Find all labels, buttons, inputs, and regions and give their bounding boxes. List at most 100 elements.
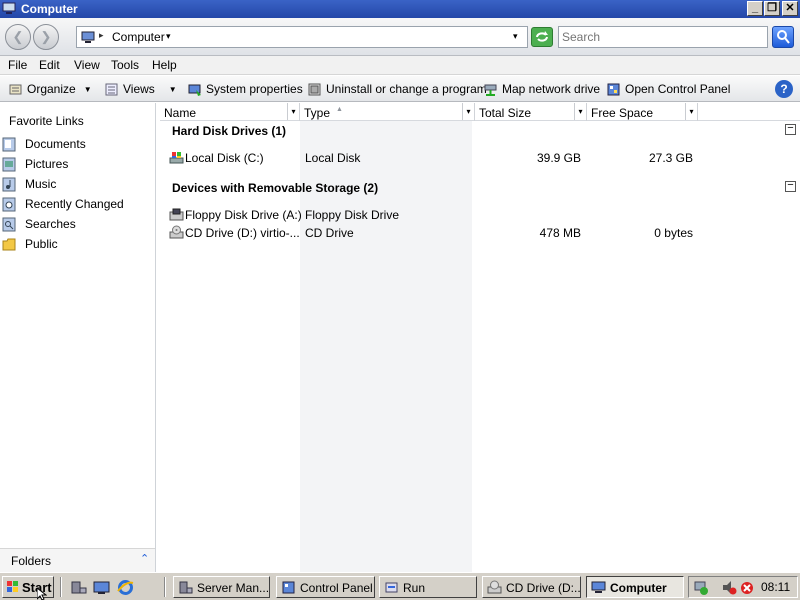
taskbar-button-cd-drive[interactable]: CD Drive (D:... (482, 576, 581, 598)
server-manager-icon (179, 581, 193, 594)
back-button[interactable]: ❮ (5, 24, 31, 50)
uninstall-program-button[interactable]: Uninstall or change a program (307, 76, 487, 102)
column-header-row: Name ▾ Type ▲ ▾ Total Size ▾ Free Space … (160, 103, 800, 121)
search-button[interactable] (772, 26, 794, 48)
column-filter-dropdown-icon[interactable]: ▾ (574, 103, 586, 120)
item-type: CD Drive (305, 226, 354, 240)
column-filter-dropdown-icon[interactable]: ▾ (462, 103, 474, 120)
column-header-free-space-label: Free Space (591, 106, 654, 120)
mouse-cursor-icon (37, 588, 47, 600)
breadcrumb-computer[interactable]: Computer (112, 30, 165, 44)
cd-drive-icon (169, 225, 184, 239)
sidebar-item-recently-changed[interactable]: Recently Changed (2, 195, 124, 213)
item-name: CD Drive (D:) virtio-... (185, 226, 300, 240)
item-total-size: 478 MB (539, 226, 581, 240)
sidebar-item-music[interactable]: Music (2, 175, 56, 193)
column-header-type[interactable]: Type ▲ ▾ (300, 103, 475, 121)
help-icon[interactable]: ? (775, 80, 793, 98)
column-filter-dropdown-icon[interactable]: ▾ (287, 103, 299, 120)
taskbar-button-label: CD Drive (D:... (506, 581, 581, 595)
minimize-button[interactable]: _ (747, 1, 763, 16)
search-box[interactable] (558, 26, 768, 48)
item-free-space: 27.3 GB (648, 151, 693, 165)
title-bar[interactable]: Computer _ ❐ ✕ (0, 0, 800, 18)
warning-icon[interactable] (739, 580, 755, 595)
organize-label: Organize (27, 82, 76, 96)
sidebar-item-documents[interactable]: Documents (2, 135, 86, 153)
floppy-drive-icon (169, 208, 184, 221)
internet-explorer-icon[interactable] (117, 579, 134, 596)
taskbar-button-run[interactable]: Run (379, 576, 477, 598)
column-header-total-size[interactable]: Total Size ▾ (475, 103, 587, 121)
system-properties-button[interactable]: System properties (187, 76, 303, 102)
taskbar-button-computer[interactable]: Computer (586, 576, 684, 598)
server-manager-icon[interactable] (70, 579, 87, 596)
menu-help[interactable]: Help (152, 58, 177, 72)
menu-tools[interactable]: Tools (111, 58, 139, 72)
sidebar-item-pictures[interactable]: Pictures (2, 155, 68, 173)
sidebar-item-label: Searches (25, 217, 76, 231)
taskbar-button-label: Computer (610, 581, 667, 595)
open-control-panel-button[interactable]: Open Control Panel (606, 76, 730, 102)
file-list: Name ▾ Type ▲ ▾ Total Size ▾ Free Space … (160, 103, 800, 572)
group-header-hard-disk-drives[interactable]: Hard Disk Drives (1) (172, 124, 286, 138)
breadcrumb-dropdown[interactable]: ▾ (166, 31, 171, 42)
open-control-panel-label: Open Control Panel (625, 82, 731, 96)
sidebar-item-public[interactable]: Public (2, 235, 58, 253)
volume-muted-icon[interactable] (721, 580, 737, 595)
sidebar-item-label: Pictures (25, 157, 69, 171)
list-item-floppy-drive[interactable]: Floppy Disk Drive (A:) Floppy Disk Drive (160, 206, 800, 224)
system-properties-label: System properties (206, 82, 303, 96)
item-name: Floppy Disk Drive (A:) (185, 208, 302, 222)
refresh-icon (536, 31, 548, 42)
column-header-name-label: Name (164, 106, 197, 120)
group-header-removable-storage[interactable]: Devices with Removable Storage (2) (172, 181, 378, 195)
show-desktop-icon[interactable] (93, 579, 110, 596)
favorite-links-title: Favorite Links (9, 114, 84, 128)
views-dropdown-icon: ▼ (168, 84, 177, 94)
column-header-name[interactable]: Name ▾ (160, 103, 300, 121)
item-name: Local Disk (C:) (185, 151, 264, 165)
sidebar-item-label: Public (25, 237, 58, 251)
breadcrumb-separator[interactable]: ▸ (99, 30, 104, 41)
clock[interactable]: 08:11 (761, 580, 790, 594)
column-header-total-size-label: Total Size (479, 106, 532, 120)
computer-icon (81, 31, 95, 43)
menu-edit[interactable]: Edit (39, 58, 60, 72)
sidebar-item-searches[interactable]: Searches (2, 215, 76, 233)
column-filter-dropdown-icon[interactable]: ▾ (685, 103, 697, 120)
close-button[interactable]: ✕ (782, 1, 798, 16)
folders-toggle[interactable]: Folders ⌃ (0, 548, 155, 572)
forward-button[interactable]: ❯ (33, 24, 59, 50)
navigation-pane: Favorite Links Documents Pictures Music … (0, 103, 156, 572)
search-input[interactable] (562, 28, 762, 46)
views-button[interactable]: Views ▼ (104, 76, 177, 102)
list-item-cd-drive[interactable]: CD Drive (D:) virtio-... CD Drive 478 MB… (160, 224, 800, 242)
address-history-dropdown[interactable]: ▾ (513, 31, 518, 42)
column-header-free-space[interactable]: Free Space ▾ (587, 103, 698, 121)
maximize-button[interactable]: ❐ (764, 1, 780, 16)
map-network-drive-button[interactable]: Map network drive (483, 76, 600, 102)
menu-file[interactable]: File (8, 58, 27, 72)
item-type: Local Disk (305, 151, 361, 165)
control-panel-icon (607, 83, 620, 95)
computer-icon (2, 2, 16, 14)
views-label: Views (123, 82, 155, 96)
taskbar-button-control-panel[interactable]: Control Panel (276, 576, 375, 598)
menu-view[interactable]: View (74, 58, 100, 72)
searches-icon (2, 217, 16, 231)
address-bar[interactable]: ▸ Computer ▾ ▾ (76, 26, 528, 48)
collapse-group-icon[interactable]: − (785, 180, 796, 192)
list-item-local-disk[interactable]: Local Disk (C:) Local Disk 39.9 GB 27.3 … (160, 149, 800, 167)
taskbar-button-server-manager[interactable]: Server Man... (173, 576, 270, 598)
hard-disk-icon (169, 152, 184, 164)
menu-bar: File Edit View Tools Help (0, 56, 800, 75)
chevron-up-icon: ⌃ (140, 553, 150, 565)
collapse-group-icon[interactable]: − (785, 123, 796, 135)
recently-changed-icon (2, 197, 16, 211)
music-icon (2, 177, 16, 191)
sidebar-item-label: Documents (25, 137, 86, 151)
organize-button[interactable]: Organize ▼ (8, 76, 92, 102)
refresh-button[interactable] (531, 27, 553, 47)
network-status-icon[interactable] (693, 580, 709, 595)
